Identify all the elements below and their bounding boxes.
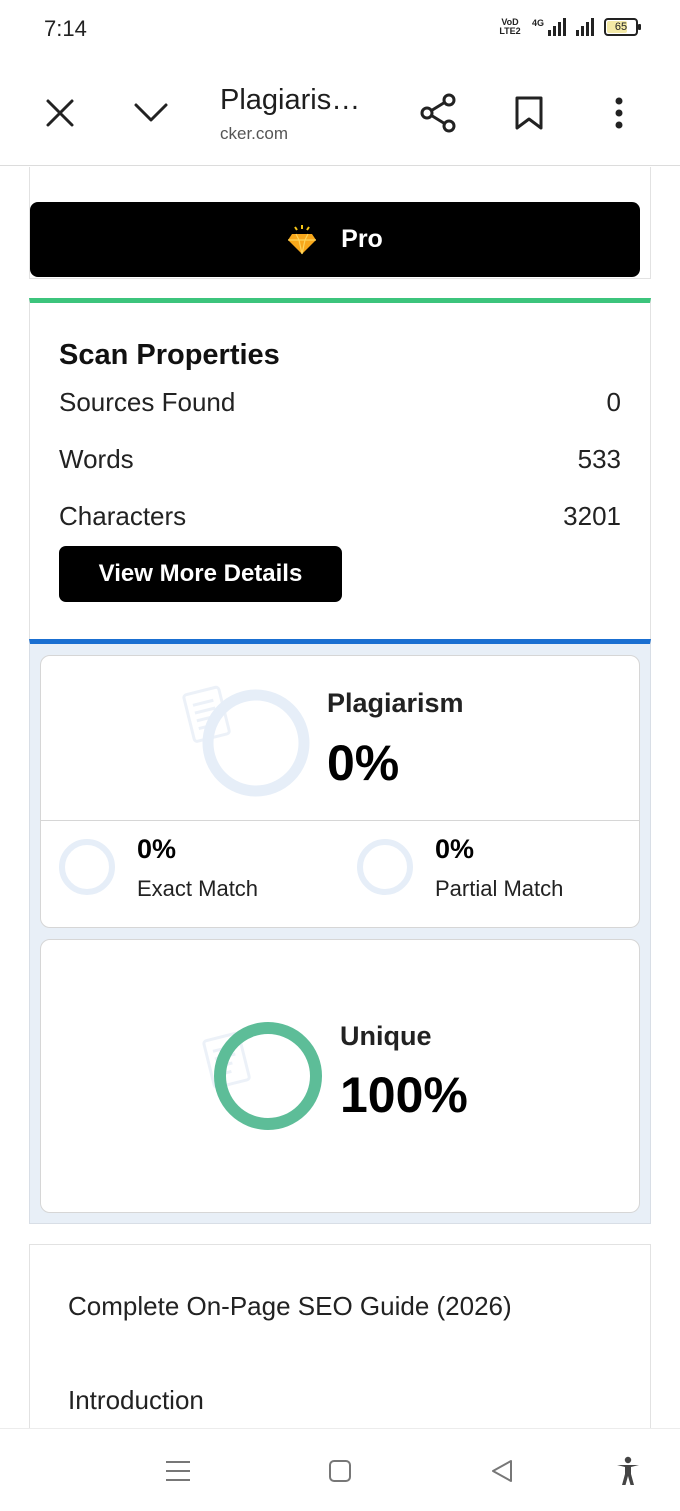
page-url: cker.com <box>220 124 289 143</box>
close-button[interactable] <box>35 88 85 138</box>
pro-button[interactable]: Pro <box>30 202 640 277</box>
recent-apps-button[interactable] <box>158 1451 198 1491</box>
battery-level: 65 <box>614 21 628 33</box>
exact-match-ring <box>59 839 115 895</box>
home-square-icon <box>329 1460 351 1482</box>
unique-label: Unique <box>340 1021 432 1051</box>
scan-row-label: Words <box>59 444 134 474</box>
article-title: Complete On-Page SEO Guide (2026) <box>68 1291 512 1321</box>
status-icons: VoD LTE2 4G 65 <box>498 17 641 36</box>
partial-match-ring <box>357 839 413 895</box>
share-button[interactable] <box>413 88 463 138</box>
accessibility-button[interactable] <box>608 1451 648 1491</box>
more-options-button[interactable] <box>594 88 644 138</box>
pro-label: Pro <box>341 225 383 253</box>
partial-match-value: 0% <box>435 834 475 864</box>
divider <box>41 820 639 821</box>
partial-match-label: Partial Match <box>435 876 564 901</box>
volte-indicator: VoD LTE2 <box>499 17 521 36</box>
page-content: Pro Scan Properties Sources Found 0 Word… <box>0 167 680 1428</box>
exact-match-label: Exact Match <box>137 876 259 901</box>
unique-card: Unique 100% <box>40 939 640 1213</box>
unique-value: 100% <box>340 1067 468 1123</box>
network-type: 4G <box>531 18 544 28</box>
system-nav-bar <box>0 1428 680 1511</box>
article-intro: Introduction <box>68 1385 204 1415</box>
bookmark-button[interactable] <box>504 88 554 138</box>
results-section: Plagiarism 0% 0% Exact Match 0% Partial … <box>29 639 651 1224</box>
menu-icon <box>166 1461 190 1481</box>
scan-row-value: 533 <box>577 444 621 474</box>
more-vertical-icon <box>615 97 623 129</box>
scan-properties-title: Scan Properties <box>59 339 280 371</box>
back-triangle-icon <box>492 1460 512 1482</box>
home-button[interactable] <box>320 1451 360 1491</box>
browser-toolbar: Plagiaris… cker.com <box>0 60 680 166</box>
diamond-icon <box>288 224 317 254</box>
scan-row-value: 3201 <box>563 501 621 531</box>
page-title: Plagiaris… <box>220 84 361 116</box>
accessibility-icon <box>617 1456 639 1485</box>
scan-row-characters: Characters 3201 <box>59 501 621 532</box>
plagiarism-ring <box>202 689 310 797</box>
share-icon <box>420 93 456 133</box>
scan-row-sources: Sources Found 0 <box>59 387 621 418</box>
close-icon <box>46 99 74 127</box>
bookmark-icon <box>515 96 543 130</box>
plagiarism-label: Plagiarism <box>327 688 464 718</box>
plagiarism-value: 0% <box>327 735 400 791</box>
scan-properties-card: Scan Properties Sources Found 0 Words 53… <box>29 298 651 640</box>
scan-row-value: 0 <box>606 387 621 417</box>
unique-ring <box>214 1022 322 1130</box>
article-card: Complete On-Page SEO Guide (2026) Introd… <box>29 1244 651 1428</box>
chevron-down-icon <box>134 103 168 122</box>
battery-icon: 65 <box>604 18 641 36</box>
signal-icon <box>548 18 566 36</box>
scan-row-words: Words 533 <box>59 444 621 475</box>
view-more-details-button[interactable]: View More Details <box>59 546 342 602</box>
scan-row-label: Sources Found <box>59 387 236 417</box>
plagiarism-card: Plagiarism 0% 0% Exact Match 0% Partial … <box>40 655 640 928</box>
status-bar: 7:14 VoD LTE2 4G 65 <box>0 0 680 60</box>
signal-icon-2 <box>576 18 594 36</box>
status-time: 7:14 <box>44 16 87 41</box>
collapse-button[interactable] <box>126 88 176 138</box>
back-button[interactable] <box>482 1451 522 1491</box>
scan-row-label: Characters <box>59 501 187 531</box>
exact-match-value: 0% <box>137 834 177 864</box>
